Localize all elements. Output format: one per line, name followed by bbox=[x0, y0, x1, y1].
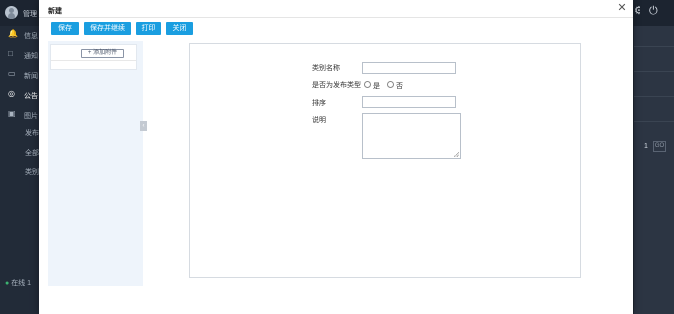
save-and-continue-button[interactable]: 保存并继续 bbox=[84, 22, 131, 35]
user-status-icon: ● bbox=[5, 280, 10, 287]
user-avatar[interactable] bbox=[5, 6, 18, 19]
is-publish-type-label: 是否为发布类型 bbox=[312, 82, 361, 89]
nav-item-image[interactable]: ▣ 图片 bbox=[0, 107, 40, 123]
save-button[interactable]: 保存 bbox=[51, 22, 79, 35]
resize-grip-icon[interactable] bbox=[454, 152, 459, 157]
radio-yes-label: 是 bbox=[373, 83, 380, 90]
attachment-panel: + 添加附件 bbox=[48, 41, 143, 286]
dialog-header-divider bbox=[39, 17, 633, 18]
collapse-panel-handle[interactable]: ‹ bbox=[140, 121, 147, 131]
plus-icon: + bbox=[87, 50, 92, 56]
print-button[interactable]: 打印 bbox=[136, 22, 161, 35]
new-category-dialog: 新建 ✕ 保存 保存并继续 打印 关闭 + 添加附件 ‹ 类别名称 是否为发布类… bbox=[39, 0, 633, 314]
nav-item-label: 新闻 bbox=[24, 73, 38, 80]
pagination-current[interactable]: 1 bbox=[644, 143, 648, 150]
user-name[interactable]: 管理 bbox=[23, 9, 39, 19]
power-icon[interactable]: ⏻ bbox=[649, 6, 660, 17]
sub-item-category[interactable]: 类别 bbox=[25, 167, 39, 177]
attachment-box: + 添加附件 bbox=[50, 44, 137, 70]
description-textarea[interactable] bbox=[362, 113, 461, 159]
dialog-title: 新建 bbox=[48, 8, 62, 15]
nav-item-news[interactable]: ▭ 新闻 bbox=[0, 67, 40, 83]
close-button[interactable]: 关闭 bbox=[166, 22, 193, 35]
radio-yes[interactable] bbox=[364, 81, 371, 88]
close-icon[interactable]: ✕ bbox=[617, 3, 627, 14]
category-name-input[interactable] bbox=[362, 62, 456, 74]
nav-item-notice[interactable]: □ 通知 bbox=[0, 47, 40, 63]
sort-input[interactable] bbox=[362, 96, 456, 108]
sub-item-publish[interactable]: 发布 bbox=[25, 128, 39, 138]
sub-item-all[interactable]: 全部 bbox=[25, 148, 39, 158]
radio-no-label: 否 bbox=[396, 83, 403, 90]
notice-icon: □ bbox=[8, 49, 13, 58]
sort-label: 排序 bbox=[312, 100, 326, 107]
nav-item-announce[interactable]: ◎ 公告 bbox=[0, 87, 40, 103]
category-form: 类别名称 是否为发布类型 是 否 排序 说明 bbox=[189, 43, 581, 278]
nav-item-label: 信息 bbox=[24, 33, 38, 40]
nav-item-label: 图片 bbox=[24, 113, 38, 120]
nav-item-label: 通知 bbox=[24, 53, 38, 60]
nav-item-label: 公告 bbox=[24, 93, 38, 100]
app-content-right bbox=[634, 26, 674, 314]
add-attachment-button[interactable]: + 添加附件 bbox=[81, 49, 124, 58]
online-status: ● 在线 1 bbox=[5, 278, 40, 288]
add-attachment-label: 添加附件 bbox=[93, 50, 118, 56]
image-icon: ▣ bbox=[8, 109, 16, 118]
attachment-divider bbox=[51, 60, 136, 61]
news-icon: ▭ bbox=[8, 69, 16, 78]
nav-item-info[interactable]: 🔔 信息 bbox=[0, 27, 40, 43]
category-name-label: 类别名称 bbox=[312, 65, 340, 72]
radio-no[interactable] bbox=[387, 81, 394, 88]
online-status-text: 在线 1 bbox=[11, 280, 32, 287]
announce-icon: ◎ bbox=[8, 89, 15, 98]
bell-icon: 🔔 bbox=[8, 29, 18, 38]
pagination-go-button[interactable]: GO bbox=[653, 141, 666, 152]
description-label: 说明 bbox=[312, 117, 326, 124]
settings-icon[interactable]: ⚙ bbox=[634, 6, 640, 17]
